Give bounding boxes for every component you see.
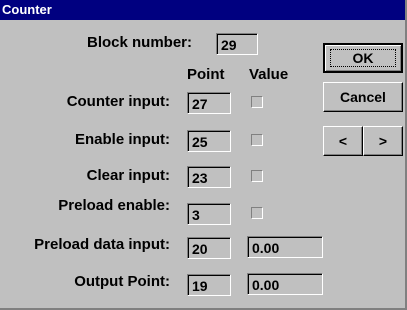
block-number-label: Block number: <box>87 34 193 51</box>
counter-dialog: Counter Block number: 29 Point Value Cou… <box>0 0 407 310</box>
value-column-header: Value <box>249 66 289 83</box>
block-number-field[interactable]: 29 <box>216 33 258 55</box>
clear-input-value-checkbox[interactable] <box>251 170 263 182</box>
enable-input-value-checkbox[interactable] <box>251 134 263 146</box>
next-button[interactable]: > <box>363 126 403 156</box>
enable-input-label: Enable input: <box>75 131 170 148</box>
previous-button[interactable]: < <box>323 126 363 156</box>
preload-enable-label: Preload enable: <box>58 197 170 214</box>
cancel-button[interactable]: Cancel <box>323 82 403 112</box>
ok-button-label: OK <box>352 50 374 66</box>
counter-input-value-checkbox[interactable] <box>251 96 263 108</box>
ok-button[interactable]: OK <box>323 43 403 73</box>
clear-input-point-field[interactable]: 23 <box>187 166 231 188</box>
preload-enable-value-checkbox[interactable] <box>251 207 263 219</box>
counter-input-label: Counter input: <box>66 93 170 110</box>
enable-input-point-field[interactable]: 25 <box>187 130 231 152</box>
output-point-label: Output Point: <box>74 273 170 290</box>
output-point-value-field[interactable]: 0.00 <box>247 273 323 295</box>
clear-input-label: Clear input: <box>86 167 170 184</box>
counter-input-point-field[interactable]: 27 <box>187 92 231 114</box>
title-bar: Counter <box>0 0 405 20</box>
preload-enable-point-field[interactable]: 3 <box>187 203 231 225</box>
point-column-header: Point <box>187 66 225 83</box>
output-point-point-field[interactable]: 19 <box>187 274 231 296</box>
preload-data-input-value-field[interactable]: 0.00 <box>247 236 323 258</box>
preload-data-input-point-field[interactable]: 20 <box>187 237 231 259</box>
preload-data-input-label: Preload data input: <box>34 236 170 253</box>
